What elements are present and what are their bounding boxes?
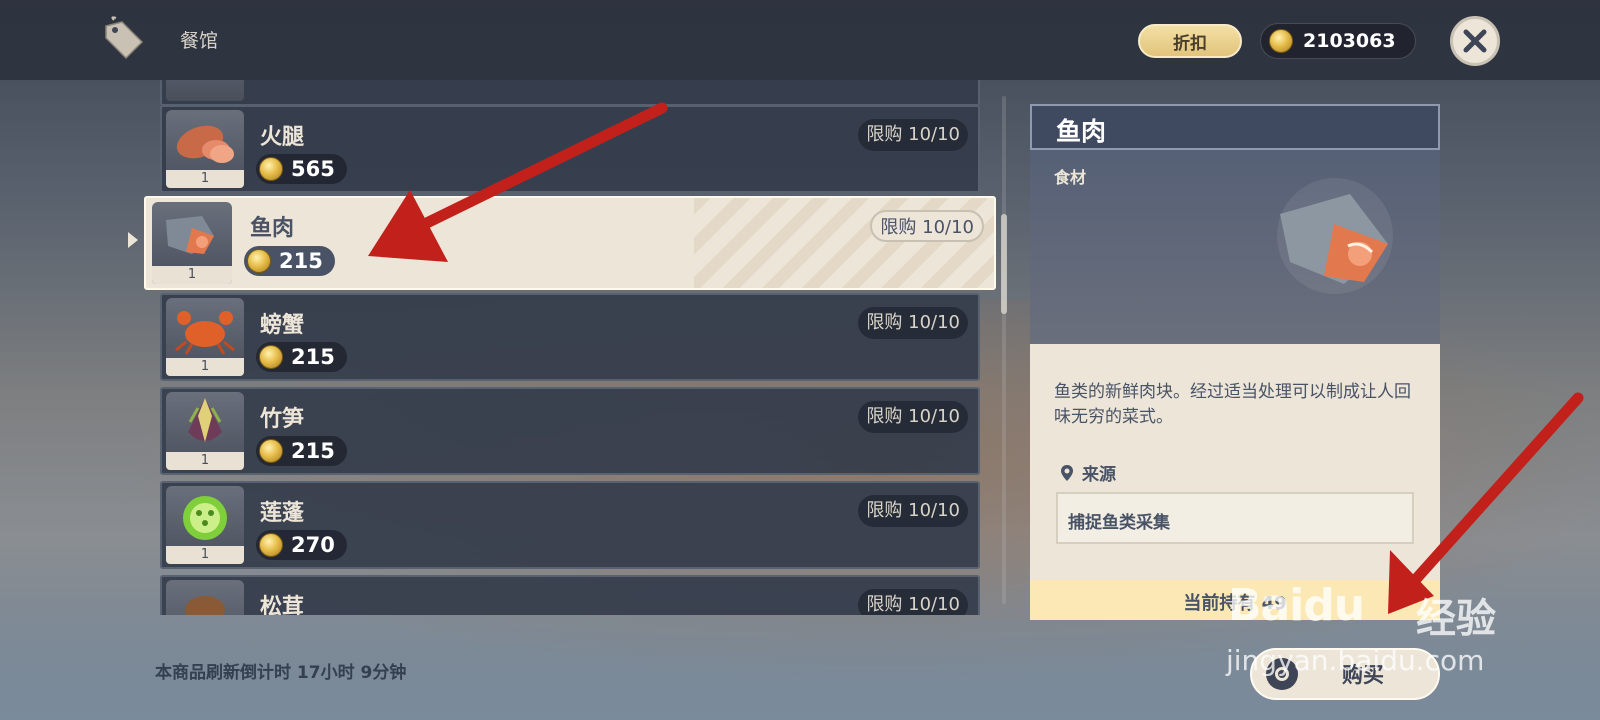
- fish-meat-icon: [166, 216, 214, 254]
- item-price: 215: [256, 436, 347, 466]
- purchase-limit-badge: 限购 10/10: [870, 210, 984, 242]
- source-value: 捕捉鱼类采集: [1068, 513, 1170, 533]
- lotus-head-icon: [183, 496, 227, 540]
- price-value: 215: [279, 249, 323, 273]
- list-item-selected[interactable]: 1 鱼肉 215 限购 10/10: [144, 196, 996, 290]
- mora-coin-icon: [247, 249, 271, 273]
- mora-coin-icon: [259, 345, 283, 369]
- item-price: 215: [244, 246, 335, 276]
- item-thumbnail: [166, 580, 244, 615]
- item-price: 565: [256, 154, 347, 184]
- item-name: 螃蟹: [260, 313, 305, 338]
- ham-icon: [176, 125, 234, 163]
- item-price: 215: [256, 342, 347, 372]
- item-thumbnail: 1: [166, 486, 244, 564]
- detail-header: 鱼肉: [1030, 104, 1440, 150]
- source-label: 来源: [1082, 465, 1116, 485]
- mora-coin-icon: [1269, 29, 1293, 53]
- mora-coin-icon: [259, 157, 283, 181]
- item-name: 鱼肉: [250, 216, 295, 241]
- item-thumbnail: 1: [166, 392, 244, 470]
- item-quantity: 1: [166, 358, 244, 376]
- item-quantity: 1: [166, 546, 244, 564]
- discount-button[interactable]: 折扣: [1138, 24, 1242, 58]
- matsutake-icon: [185, 596, 225, 615]
- item-detail-panel: 鱼肉 食材 鱼类的新鲜肉块。经过适当处理可以制成让人回味无穷的菜式。 来源 捕捉…: [1030, 104, 1440, 620]
- item-quantity: 1: [152, 266, 232, 284]
- location-pin-icon: [1061, 464, 1073, 481]
- list-item[interactable]: 1 火腿 565 限购 10/10: [160, 105, 980, 193]
- price-value: 270: [291, 533, 335, 557]
- list-scrollbar-thumb[interactable]: [1001, 214, 1007, 314]
- close-button[interactable]: [1450, 16, 1500, 66]
- source-entry[interactable]: 捕捉鱼类采集: [1056, 492, 1414, 544]
- baidu-watermark: Baidu 经验 jingyan.baidu.com: [1220, 560, 1520, 690]
- watermark-url: jingyan.baidu.com: [1226, 644, 1485, 677]
- detail-description: 鱼类的新鲜肉块。经过适当处理可以制成让人回味无穷的菜式。: [1054, 382, 1411, 427]
- price-value: 215: [291, 345, 335, 369]
- mora-value: 2103063: [1303, 30, 1396, 52]
- shop-item-list[interactable]: 1 火腿 565 限购 10/10 1 鱼肉 215 限购 10/10 1 螃蟹…: [140, 80, 1000, 615]
- price-value: 565: [291, 157, 335, 181]
- list-scrollbar-track[interactable]: [1002, 96, 1006, 604]
- detail-hero: 食材: [1030, 150, 1440, 344]
- item-price: 270: [256, 530, 347, 560]
- item-quantity: 1: [166, 170, 244, 188]
- selection-marker-icon: [128, 232, 138, 248]
- watermark-cn: 经验: [1416, 596, 1496, 642]
- price-tag-icon: [100, 16, 148, 64]
- purchase-limit-badge: 限购 10/10: [858, 401, 968, 433]
- crab-icon: [175, 311, 235, 355]
- item-thumbnail: 1: [152, 202, 232, 284]
- list-item[interactable]: 1 莲蓬 270 限购 10/10: [160, 481, 980, 569]
- mora-balance: 2103063: [1260, 23, 1416, 59]
- detail-category: 食材: [1054, 168, 1087, 187]
- purchase-limit-badge: 限购 10/10: [858, 307, 968, 339]
- bamboo-shoot-icon: [188, 398, 222, 442]
- item-name: 莲蓬: [260, 501, 305, 526]
- list-item[interactable]: 1 螃蟹 215 限购 10/10: [160, 293, 980, 381]
- item-thumbnail: [166, 80, 244, 101]
- list-item[interactable]: 1 竹笋 215 限购 10/10: [160, 387, 980, 475]
- price-value: 215: [291, 439, 335, 463]
- fish-meat-icon: [1277, 178, 1393, 294]
- list-item[interactable]: 松茸 限购 10/10: [160, 575, 980, 615]
- list-item-partial-top[interactable]: [160, 80, 980, 106]
- detail-body: 鱼类的新鲜肉块。经过适当处理可以制成让人回味无穷的菜式。 来源 捕捉鱼类采集: [1030, 344, 1440, 580]
- mora-coin-icon: [259, 533, 283, 557]
- refresh-countdown: 本商品刷新倒计时 17小时 9分钟: [155, 663, 407, 683]
- close-icon: [1463, 29, 1487, 53]
- watermark-logo: Baidu: [1228, 580, 1365, 631]
- shop-title: 餐馆: [180, 30, 219, 52]
- detail-title: 鱼肉: [1056, 117, 1107, 146]
- purchase-limit-badge: 限购 10/10: [858, 119, 968, 151]
- item-thumbnail: 1: [166, 110, 244, 188]
- source-heading: 来源: [1060, 460, 1116, 485]
- mora-coin-icon: [259, 439, 283, 463]
- item-quantity: 1: [166, 452, 244, 470]
- purchase-limit-badge: 限购 10/10: [858, 589, 968, 615]
- item-name: 松茸: [260, 595, 305, 615]
- item-name: 竹笋: [260, 407, 305, 432]
- item-thumbnail: 1: [166, 298, 244, 376]
- purchase-limit-badge: 限购 10/10: [858, 495, 968, 527]
- item-name: 火腿: [260, 125, 305, 150]
